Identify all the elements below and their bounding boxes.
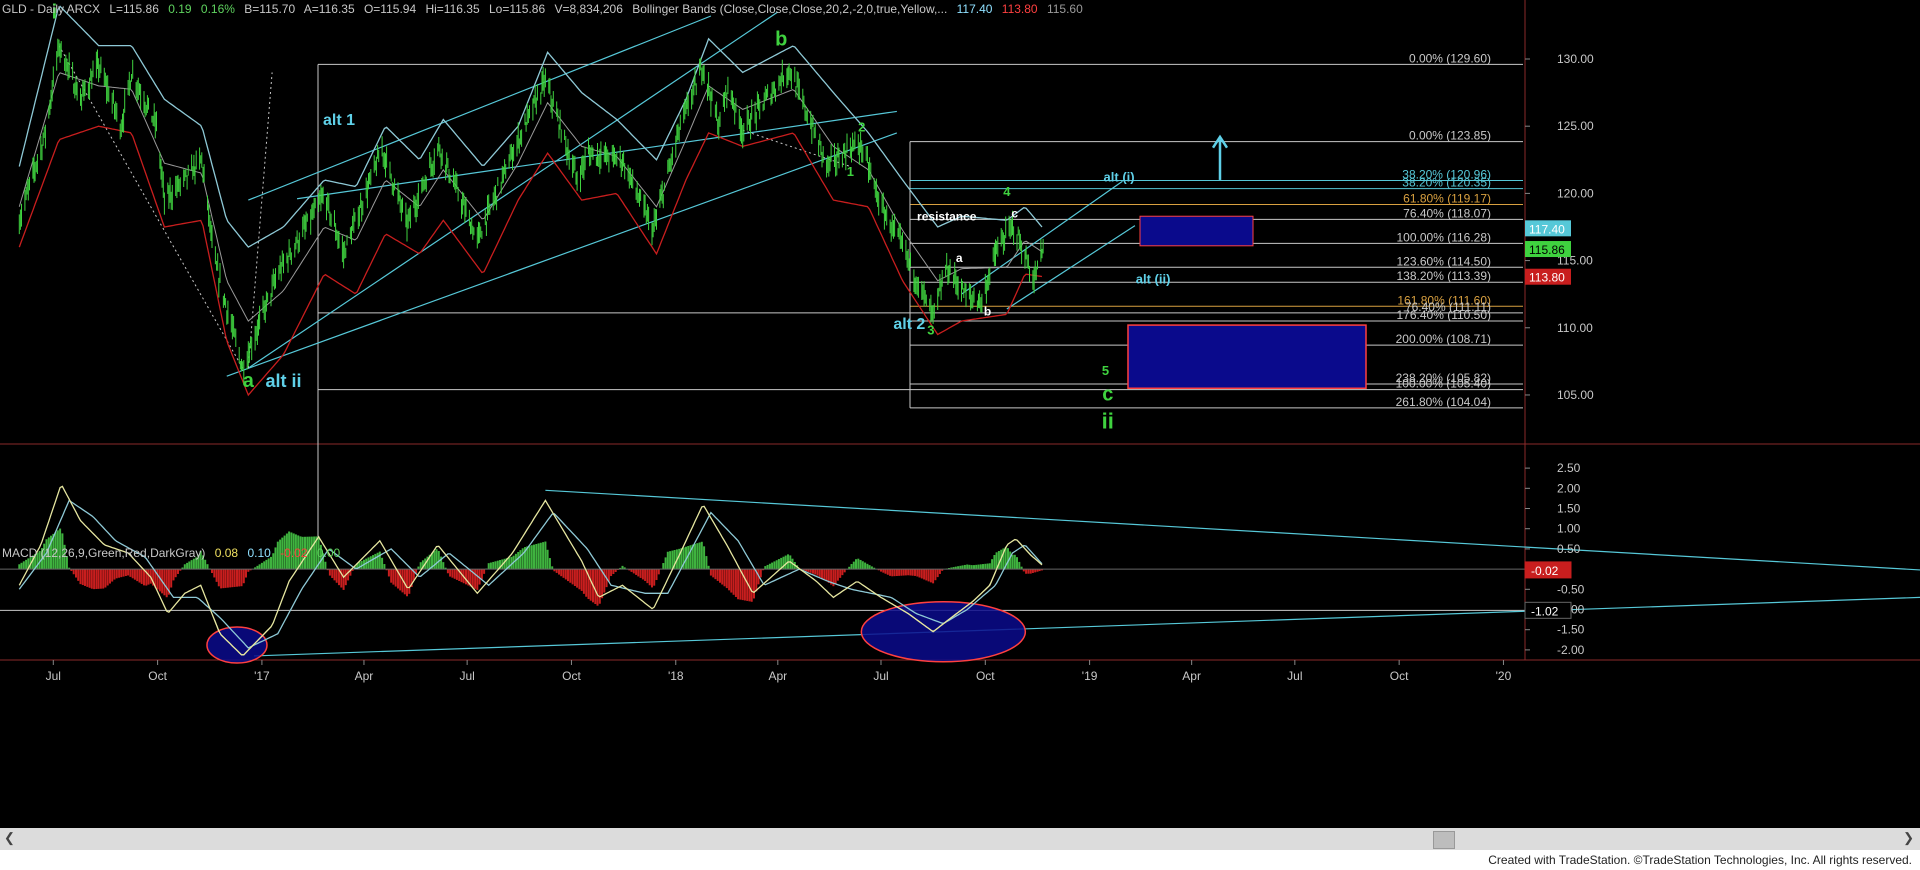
high-price: Hi=116.35 bbox=[425, 2, 480, 16]
last-price: L=115.86 bbox=[109, 2, 159, 16]
fib-label: 138.20% (113.39) bbox=[1396, 269, 1491, 283]
scroll-left-arrow-icon[interactable]: ❮ bbox=[4, 830, 15, 846]
fib-label: 100.00% (116.28) bbox=[1396, 230, 1491, 244]
macd-highlight-ellipse bbox=[206, 626, 268, 664]
zero-value: 0.00 bbox=[316, 546, 341, 560]
wave-label: a bbox=[956, 251, 963, 265]
wave-label: 3 bbox=[927, 322, 934, 337]
wave-label: b bbox=[984, 305, 991, 319]
wave-label: ii bbox=[1102, 409, 1114, 434]
price-axis-label: 125.00 bbox=[1557, 119, 1594, 133]
symbol-title: GLD - Daily ARCX bbox=[2, 2, 101, 16]
price-flag-label: 115.86 bbox=[1529, 243, 1565, 257]
bid-price: B=115.70 bbox=[244, 2, 296, 16]
bb-upper-value: 117.40 bbox=[956, 2, 993, 16]
time-axis-label: Oct bbox=[976, 669, 995, 683]
volume: V=8,834,206 bbox=[554, 2, 623, 16]
macd-flag-label: -0.02 bbox=[1531, 564, 1559, 578]
fib-label: 0.00% (129.60) bbox=[1409, 51, 1491, 65]
wave-label: 1 bbox=[847, 164, 854, 179]
fib-label: 200.00% (108.71) bbox=[1396, 332, 1491, 346]
scroll-thumb[interactable] bbox=[1433, 831, 1455, 849]
wave-label: alt (ii) bbox=[1136, 271, 1171, 286]
macd-panel-header: MACD (12,26,9,Green,Red,DarkGray) 0.08 0… bbox=[2, 546, 346, 560]
time-axis-label: Apr bbox=[768, 669, 787, 683]
wave-label: alt ii bbox=[265, 371, 301, 391]
chart-canvas[interactable]: 0.00% (129.60) 0.00% (123.85) 38.20% (120.… bbox=[0, 0, 1920, 828]
macd-axis-label: -2.00 bbox=[1557, 643, 1585, 657]
time-axis-label: Apr bbox=[355, 669, 374, 683]
target-zone-box bbox=[1127, 324, 1367, 389]
resistance-box bbox=[1139, 215, 1254, 247]
horizontal-scrollbar[interactable]: ❮ ❯ bbox=[0, 828, 1920, 850]
copyright-text: Created with TradeStation. ©TradeStation… bbox=[1488, 853, 1912, 867]
fib-label: 38.20% (120.35) bbox=[1402, 176, 1491, 190]
time-axis-label: '17 bbox=[254, 669, 270, 683]
fib-label: 176.40% (110.50) bbox=[1396, 308, 1491, 322]
time-axis-label: Jul bbox=[873, 669, 888, 683]
diff-value: -0.02 bbox=[280, 546, 308, 560]
open-price: O=115.94 bbox=[363, 2, 417, 16]
time-axis-label: '18 bbox=[668, 669, 684, 683]
chart-window: 0.00% (129.60) 0.00% (123.85) 38.20% (120.… bbox=[0, 0, 1920, 870]
time-axis-label: Jul bbox=[1287, 669, 1302, 683]
time-axis-label: '19 bbox=[1082, 669, 1098, 683]
wave-label: c bbox=[1011, 207, 1018, 221]
bb-lower-value: 113.80 bbox=[1001, 2, 1038, 16]
price-axis-label: 130.00 bbox=[1557, 52, 1594, 66]
macd-axis-label: 2.00 bbox=[1557, 481, 1581, 495]
fib-label: 61.80% (119.17) bbox=[1403, 192, 1491, 206]
wave-label: 5 bbox=[1102, 363, 1109, 378]
time-axis-label: Jul bbox=[46, 669, 61, 683]
wave-label: 2 bbox=[858, 120, 865, 135]
macd-axis-label: 0.50 bbox=[1557, 542, 1581, 556]
wave-label: alt 2 bbox=[893, 316, 925, 333]
time-axis-label: Oct bbox=[562, 669, 581, 683]
fib-label: 123.60% (114.50) bbox=[1396, 254, 1491, 268]
macd-axis-label: 2.50 bbox=[1557, 461, 1581, 475]
time-axis-label: Apr bbox=[1182, 669, 1201, 683]
wave-label: b bbox=[775, 29, 787, 51]
ask-price: A=116.35 bbox=[303, 2, 355, 16]
bollinger-study-label: Bollinger Bands (Close,Close,Close,20,2,… bbox=[632, 2, 948, 16]
macd-axis-label: -1.50 bbox=[1557, 623, 1585, 637]
fib-label: 100.00% (105.40) bbox=[1396, 377, 1491, 391]
macd-study-label: MACD (12,26,9,Green,Red,DarkGray) bbox=[2, 546, 206, 560]
wave-label: c bbox=[1102, 383, 1113, 405]
macd-flag-label: -1.02 bbox=[1531, 604, 1559, 618]
price-axis-label: 105.00 bbox=[1557, 388, 1594, 402]
net-change: 0.19 bbox=[168, 2, 192, 16]
percent-change: 0.16% bbox=[200, 2, 235, 16]
macd-value: 0.08 bbox=[214, 546, 239, 560]
wave-label: resistance bbox=[917, 209, 977, 223]
time-axis-label: '20 bbox=[1496, 669, 1512, 683]
time-axis-label: Oct bbox=[148, 669, 167, 683]
fib-label: 261.80% (104.04) bbox=[1396, 395, 1491, 409]
wave-label: alt 1 bbox=[323, 112, 355, 129]
macd-axis-label: -0.50 bbox=[1557, 582, 1585, 596]
chart-background bbox=[0, 0, 1920, 828]
price-flag-label: 113.80 bbox=[1529, 271, 1565, 285]
low-price: Lo=115.86 bbox=[488, 2, 546, 16]
fib-label: 0.00% (123.85) bbox=[1409, 129, 1491, 143]
wave-label: a bbox=[243, 370, 255, 392]
macd-highlight-ellipse bbox=[860, 600, 1027, 663]
signal-value: 0.10 bbox=[247, 546, 271, 560]
fib-label: 76.40% (118.07) bbox=[1403, 206, 1491, 220]
footer-bar: Created with TradeStation. ©TradeStation… bbox=[0, 850, 1920, 870]
price-flag-label: 117.40 bbox=[1529, 222, 1565, 236]
price-panel-header: GLD - Daily ARCX L=115.86 0.19 0.16% B=1… bbox=[2, 2, 1089, 16]
wave-label: alt (i) bbox=[1104, 169, 1135, 184]
bb-mid-value: 115.60 bbox=[1046, 2, 1083, 16]
price-axis-label: 110.00 bbox=[1557, 321, 1593, 335]
time-axis-label: Jul bbox=[459, 669, 474, 683]
scroll-right-arrow-icon[interactable]: ❯ bbox=[1903, 830, 1914, 846]
macd-axis-label: 1.50 bbox=[1557, 502, 1581, 516]
macd-axis-label: 1.00 bbox=[1557, 522, 1581, 536]
price-axis-label: 120.00 bbox=[1557, 186, 1594, 200]
time-axis-label: Oct bbox=[1390, 669, 1409, 683]
wave-label: 4 bbox=[1003, 184, 1011, 199]
